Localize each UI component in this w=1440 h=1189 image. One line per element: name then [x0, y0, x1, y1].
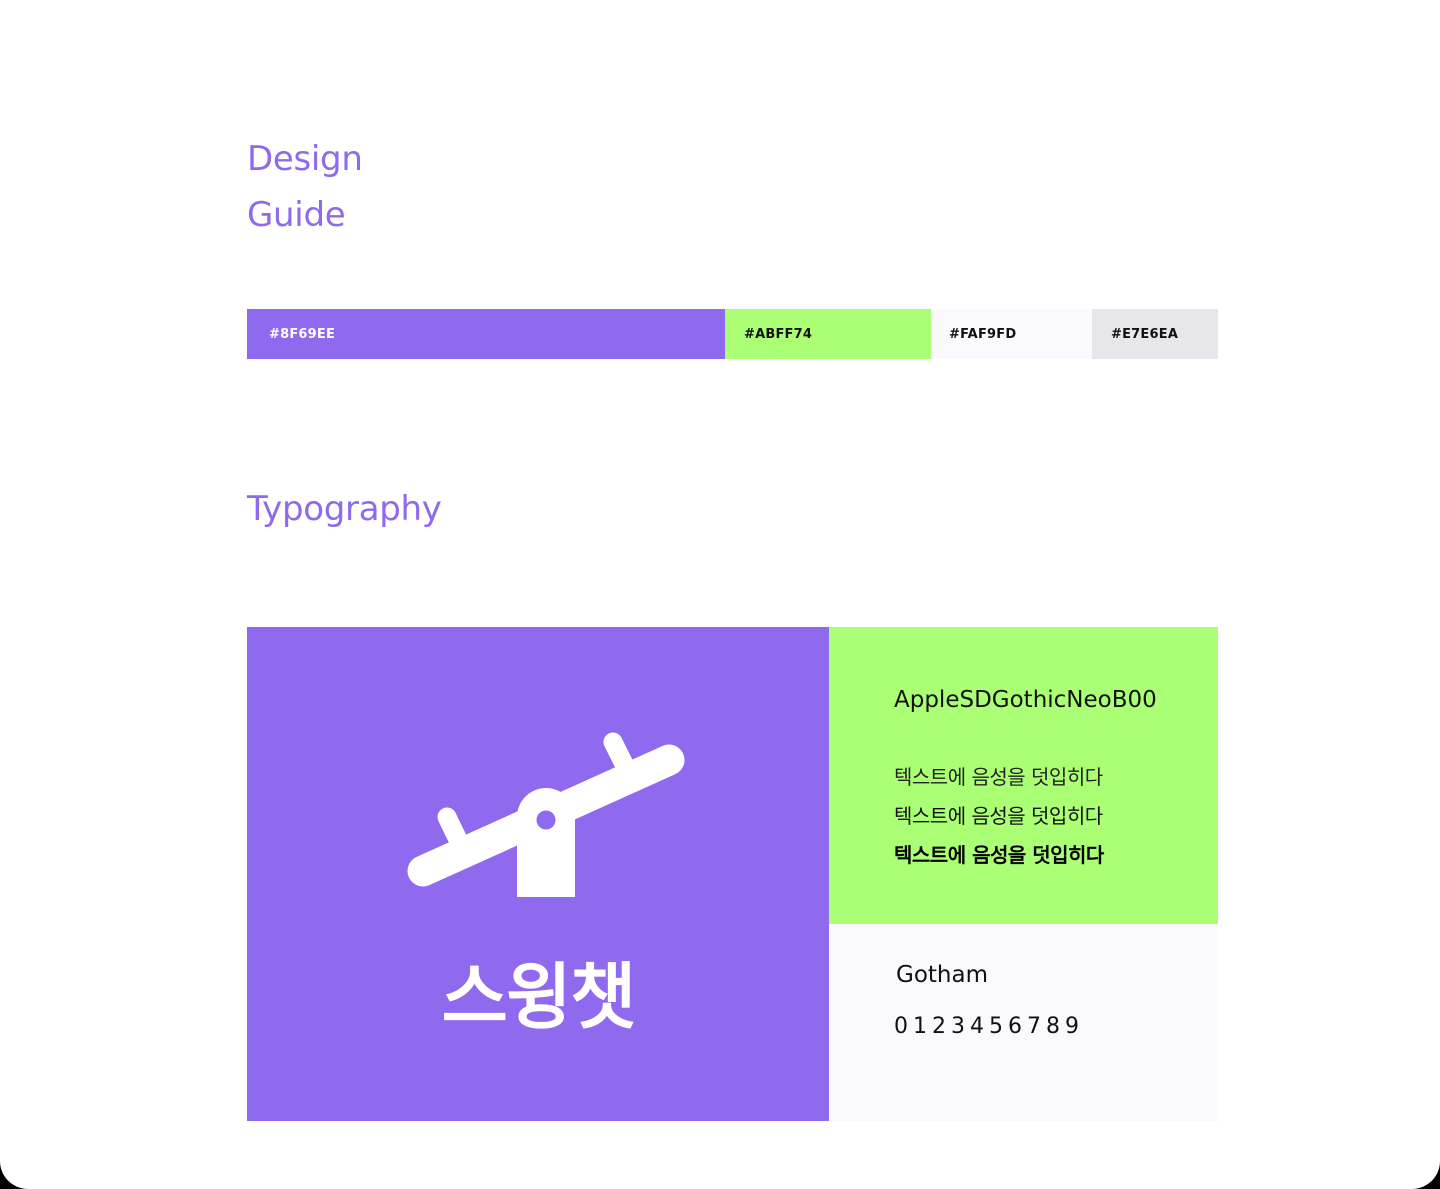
- title-line-guide: Guide: [247, 195, 346, 235]
- typography-showcase: 스윙챗 AppleSDGothicNeoB00 텍스트에 음성을 덧입히다 텍스…: [247, 627, 1218, 1121]
- secondary-font-name: Gotham: [896, 962, 988, 988]
- font-sample-light: 텍스트에 음성을 덧입히다: [894, 765, 1103, 789]
- logo-panel: 스윙챗: [247, 627, 829, 1121]
- digit-sample: 0123456789: [894, 1014, 1084, 1039]
- color-swatch-accent: #ABFF74: [725, 309, 931, 359]
- logo-wordmark: 스윙챗: [441, 955, 637, 1039]
- secondary-font-panel: Gotham 0123456789: [829, 924, 1218, 1121]
- color-swatch-primary: #8F69EE: [247, 309, 725, 359]
- typography-title: Typography: [247, 489, 442, 529]
- color-swatch-gray: #E7E6EA: [1092, 309, 1218, 359]
- swatch-hex-label: #ABFF74: [744, 326, 813, 342]
- swatch-hex-label: #8F69EE: [269, 326, 336, 342]
- swatch-hex-label: #E7E6EA: [1111, 326, 1179, 342]
- title-line-design: Design: [247, 139, 363, 179]
- design-guide-page: Design Guide #8F69EE #ABFF74 #FAF9FD #E7…: [0, 0, 1440, 1189]
- design-guide-title: Design Guide: [247, 131, 363, 243]
- primary-font-panel: AppleSDGothicNeoB00 텍스트에 음성을 덧입히다 텍스트에 음…: [829, 627, 1218, 924]
- swatch-hex-label: #FAF9FD: [949, 326, 1017, 342]
- font-sample-bold: 텍스트에 음성을 덧입히다: [894, 843, 1104, 867]
- primary-font-name: AppleSDGothicNeoB00: [894, 687, 1157, 713]
- color-swatch-light: #FAF9FD: [931, 309, 1092, 359]
- color-palette: #8F69EE #ABFF74 #FAF9FD #E7E6EA: [247, 309, 1218, 359]
- font-sample-medium: 텍스트에 음성을 덧입히다: [894, 804, 1103, 828]
- seesaw-icon: [407, 732, 685, 897]
